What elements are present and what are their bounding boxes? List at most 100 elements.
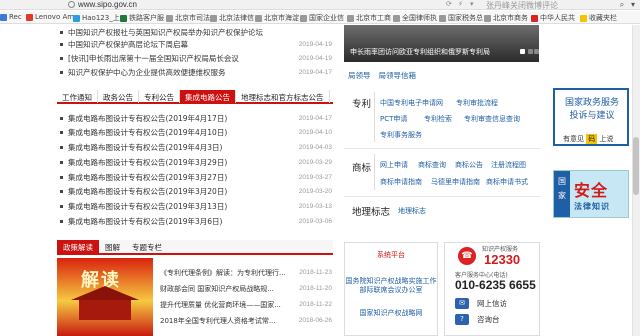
news-title[interactable]: 中国知识产权报社与英国知识产权局举办知识产权保护论坛 <box>68 27 292 38</box>
carousel-dot[interactable] <box>520 49 525 54</box>
tab-work-notice[interactable]: 工作通知 <box>57 90 98 103</box>
list-item-title[interactable]: 集成电路布图设计专有权公告(2019年3月29日) <box>68 157 292 168</box>
list-item-title[interactable]: 集成电路布图设计专有权公告(2019年3月13日) <box>68 201 292 212</box>
online-petition-button[interactable]: ✉ 网上信访 <box>455 297 539 310</box>
tab-ic-notice[interactable]: 集成电路公告 <box>180 90 236 103</box>
bookmark-item[interactable]: 全国律师执 <box>393 13 437 23</box>
page-scrollbar[interactable] <box>632 25 640 336</box>
bookmark-item[interactable]: 铁路客户服 <box>120 13 164 23</box>
list-item-title[interactable]: 集成电路布图设计专有权公告(2019年4月10日) <box>68 127 292 138</box>
news-title[interactable]: 中国知识产权保护高层论坛下周启幕 <box>68 39 292 50</box>
list-item[interactable]: 集成电路布图设计专有权公告(2019年3月13日) 2019-03-13 <box>60 199 332 213</box>
dropdown-icon[interactable]: ▾ <box>628 0 638 9</box>
search-hint[interactable]: 张丹峰关闭微博评论 <box>486 0 558 11</box>
tab-special-column[interactable]: 专题专栏 <box>126 240 168 253</box>
policy-image[interactable]: 解读 <box>57 258 153 336</box>
list-item[interactable]: 集成电路布图设计专有权公告(2019年4月10日) 2019-04-10 <box>60 125 332 139</box>
trademark-link[interactable]: 商标查询 <box>418 160 446 170</box>
list-item-date: 2019-03-20 <box>298 187 332 195</box>
list-item[interactable]: 集成电路布图设计专有权公告(2019年4月3日) 2019-04-03 <box>60 140 332 154</box>
list-item[interactable]: 集成电路布图设计专有权公告(2019年3月6日) 2019-03-06 <box>60 214 332 228</box>
patent-link[interactable]: 专利审查信息查询 <box>464 114 520 124</box>
patent-link[interactable]: 专利审批流程 <box>456 98 498 108</box>
scroll-thumb[interactable] <box>633 137 639 195</box>
trademark-link[interactable]: 商标申请指南 <box>380 177 422 187</box>
patent-link[interactable]: 专利检索 <box>424 114 452 124</box>
search-icon[interactable]: ⌕ <box>617 0 627 9</box>
patent-link[interactable]: PCT申请 <box>380 114 407 124</box>
list-item[interactable]: 提升代理质量 优化营商环境——国家... 2018-11-22 <box>160 298 332 311</box>
tab-illustration[interactable]: 图解 <box>99 240 126 253</box>
list-item-title[interactable]: 集成电路布图设计专有权公告(2019年3月6日) <box>68 216 292 227</box>
bookmark-label: 北京市海淀 <box>264 14 299 22</box>
dropdown-icon[interactable]: ▾ <box>470 1 478 8</box>
system-link[interactable]: 国务院知识产权战略实施工作部际联席会议办公室 <box>344 277 438 295</box>
page-icon <box>484 14 491 22</box>
page-icon <box>68 1 75 8</box>
bookmark-item[interactable]: 北京市工商 <box>347 13 391 23</box>
carousel-dot[interactable] <box>534 49 539 54</box>
national-security-banner[interactable]: 国家 安全 法律知识 <box>553 170 629 218</box>
hotline-number: 12330 <box>484 252 521 267</box>
patent-link[interactable]: 专利事务服务 <box>380 130 422 140</box>
bookmark-item[interactable]: Hao123_上 <box>73 13 120 23</box>
lightning-icon[interactable]: ⚡ <box>458 1 466 8</box>
list-item[interactable]: 集成电路布图设计专有权公告(2019年3月29日) 2019-03-29 <box>60 155 332 169</box>
list-item-title[interactable]: 财政部会同 国家知识产权局战略规... <box>160 284 292 294</box>
trademark-link[interactable]: 商标申请书式 <box>486 177 528 187</box>
folder-icon <box>580 14 587 22</box>
list-item[interactable]: 集成电路布图设计专有权公告(2019年3月20日) 2019-03-20 <box>60 184 332 198</box>
bookmark-label: 北京法律信 <box>219 14 254 22</box>
list-item-date: 2018-11-22 <box>299 301 332 308</box>
banner-subtitle: 法律知识 <box>574 202 610 211</box>
address-bar[interactable]: www.sipo.gov.cn <box>78 0 137 9</box>
complaint-promo[interactable]: 国家政务服务 投诉与建议 有意见 码 上说 <box>553 88 629 146</box>
bookmark-item[interactable]: 国家企业信 <box>300 13 344 23</box>
bookmark-item[interactable]: 北京市商务 <box>484 13 528 23</box>
list-item-title[interactable]: 《专利代理条例》解读：为专利代理行... <box>160 268 292 278</box>
list-item-date: 2018-06-26 <box>298 317 332 324</box>
news-item[interactable]: 知识产权保护中心为企业提供高效便捷维权服务 2019-04-17 <box>60 65 332 79</box>
list-item[interactable]: 财政部会同 国家知识产权局战略规... 2018-11-20 <box>160 282 332 295</box>
list-item-title[interactable]: 集成电路布图设计专有权公告(2019年3月27日) <box>68 172 292 183</box>
tab-policy-interpretation[interactable]: 政策解读 <box>57 240 99 253</box>
geo-link[interactable]: 地理标志 <box>398 206 426 216</box>
carousel-dot[interactable] <box>528 49 533 54</box>
bookmark-item[interactable]: Rec <box>0 13 22 21</box>
bookmark-item[interactable]: 北京市海淀 <box>255 13 299 23</box>
trademark-link[interactable]: 注册流程图 <box>491 160 526 170</box>
bookmark-item[interactable]: 北京市司法 <box>166 13 210 23</box>
list-item[interactable]: 集成电路布图设计专有权公告(2019年4月17日) 2019-04-17 <box>60 111 332 125</box>
list-item-title[interactable]: 集成电路布图设计专有权公告(2019年4月3日) <box>68 142 292 153</box>
list-item-date: 2018-11-23 <box>299 269 332 276</box>
news-item[interactable]: 中国知识产权保护高层论坛下周启幕 2019-04-19 <box>60 37 332 51</box>
list-item[interactable]: 集成电路布图设计专有权公告(2019年3月27日) 2019-03-27 <box>60 170 332 184</box>
bookmark-item[interactable]: 北京法律信 <box>210 13 254 23</box>
bookmark-item[interactable]: 收藏夹栏 <box>580 13 617 23</box>
tab-patent-notice[interactable]: 专利公告 <box>139 90 180 103</box>
bookmark-item[interactable]: 中华人民共 <box>531 13 575 23</box>
list-item-title[interactable]: 2018年全国专利代理人资格考试常... <box>160 316 292 326</box>
trademark-link[interactable]: 商标公告 <box>455 160 483 170</box>
bookmark-item[interactable]: Lenovo Am <box>26 13 74 21</box>
tab-geo-notice[interactable]: 地理标志和官方标志公告 <box>236 90 330 103</box>
list-item[interactable]: 《专利代理条例》解读：为专利代理行... 2018-11-23 <box>160 266 332 279</box>
list-item[interactable]: 2018年全国专利代理人资格考试常... 2018-06-26 <box>160 314 332 327</box>
consult-button[interactable]: ? 咨询台 <box>455 313 539 326</box>
tab-government-notice[interactable]: 政务公告 <box>98 90 139 103</box>
trademark-link[interactable]: 马德里申请指南 <box>431 177 480 187</box>
leader-mailbox-link[interactable]: 局领导信箱 <box>379 70 417 81</box>
list-item-title[interactable]: 集成电路布图设计专有权公告(2019年3月20日) <box>68 186 292 197</box>
list-item-title[interactable]: 提升代理质量 优化营商环境——国家... <box>160 300 292 310</box>
bookmark-item[interactable]: 国家税务总 <box>439 13 483 23</box>
leaders-link[interactable]: 局领导 <box>348 70 371 81</box>
patent-link[interactable]: 中国专利电子申请网 <box>380 98 443 108</box>
list-item-title[interactable]: 集成电路布图设计专有权公告(2019年4月17日) <box>68 113 292 124</box>
refresh-icon[interactable]: ⟳ <box>446 1 454 8</box>
system-link[interactable]: 国家知识产权战略网 <box>344 308 438 318</box>
news-item[interactable]: [快讯]申长雨出席第十一届全国知识产权局局长会议 2019-04-19 <box>60 51 332 65</box>
news-title[interactable]: [快讯]申长雨出席第十一届全国知识产权局局长会议 <box>68 53 292 64</box>
news-banner[interactable]: 申长雨率团访问欧亚专利组织和俄罗斯专利局 <box>344 25 539 62</box>
trademark-link[interactable]: 网上申请 <box>380 160 408 170</box>
news-title[interactable]: 知识产权保护中心为企业提供高效便捷维权服务 <box>68 67 292 78</box>
